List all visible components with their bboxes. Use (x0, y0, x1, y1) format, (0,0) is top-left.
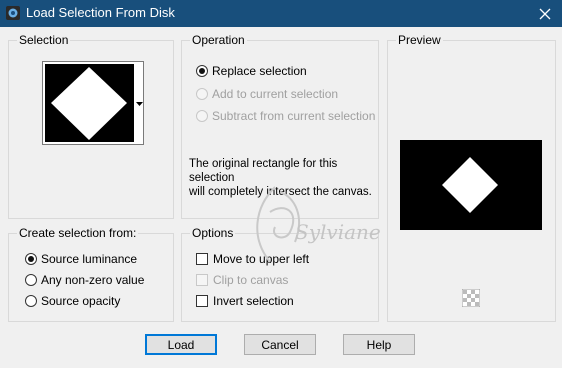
invert-selection-checkbox[interactable]: Invert selection (196, 292, 294, 310)
radio-indicator (25, 253, 37, 265)
any-non-zero-value-label: Any non-zero value (41, 273, 145, 287)
checkbox-indicator (196, 295, 208, 307)
radio-indicator (25, 274, 37, 286)
create-selection-group-label: Create selection from: (17, 226, 139, 240)
selection-group-label: Selection (17, 33, 71, 47)
radio-indicator (196, 65, 208, 77)
preview-canvas (400, 140, 542, 230)
help-button[interactable]: Help (343, 334, 415, 355)
any-non-zero-value-radio[interactable]: Any non-zero value (25, 271, 144, 289)
checkbox-indicator (196, 253, 208, 265)
checkerboard-icon[interactable] (462, 289, 480, 307)
source-opacity-label: Source opacity (41, 294, 121, 308)
window-title: Load Selection From Disk (26, 5, 175, 20)
add-to-selection-radio[interactable]: Add to current selection (196, 85, 338, 103)
dialog-body: Selection Operation Replace selection Ad… (0, 27, 562, 368)
preview-group: Preview (387, 33, 556, 322)
options-group: Options Move to upper left Clip to canva… (181, 226, 379, 322)
replace-selection-radio[interactable]: Replace selection (196, 62, 307, 80)
close-icon (539, 8, 551, 19)
title-bar: Load Selection From Disk (0, 0, 562, 27)
operation-group-label: Operation (190, 33, 247, 47)
preview-group-label: Preview (396, 33, 443, 47)
move-to-upper-left-label: Move to upper left (213, 252, 310, 266)
info-line-2: will completely intersect the canvas. (189, 186, 372, 198)
checkbox-indicator (196, 274, 208, 286)
create-selection-group: Create selection from: Source luminance … (8, 226, 174, 322)
operation-group: Operation Replace selection Add to curre… (181, 33, 379, 219)
source-luminance-radio[interactable]: Source luminance (25, 250, 137, 268)
dropdown-arrow-icon (136, 102, 143, 106)
subtract-from-selection-label: Subtract from current selection (212, 109, 376, 123)
radio-indicator (196, 88, 208, 100)
clip-to-canvas-checkbox[interactable]: Clip to canvas (196, 271, 288, 289)
replace-selection-label: Replace selection (212, 64, 307, 78)
selection-thumbnail-dropdown[interactable] (42, 61, 144, 145)
source-luminance-label: Source luminance (41, 252, 138, 266)
load-button[interactable]: Load (145, 334, 217, 355)
app-icon (6, 6, 20, 20)
intersect-info-text: The original rectangle for this selectio… (189, 157, 378, 199)
subtract-from-selection-radio[interactable]: Subtract from current selection (196, 107, 375, 125)
source-opacity-radio[interactable]: Source opacity (25, 292, 120, 310)
cancel-button[interactable]: Cancel (244, 334, 316, 355)
info-line-1: The original rectangle for this selectio… (189, 158, 338, 184)
diamond-shape-preview (45, 64, 134, 142)
radio-indicator (196, 110, 208, 122)
clip-to-canvas-label: Clip to canvas (213, 273, 289, 287)
close-button[interactable] (528, 0, 562, 27)
invert-selection-label: Invert selection (213, 294, 294, 308)
move-to-upper-left-checkbox[interactable]: Move to upper left (196, 250, 309, 268)
selection-group: Selection (8, 33, 174, 219)
add-to-selection-label: Add to current selection (212, 87, 339, 101)
options-group-label: Options (190, 226, 236, 240)
radio-indicator (25, 295, 37, 307)
